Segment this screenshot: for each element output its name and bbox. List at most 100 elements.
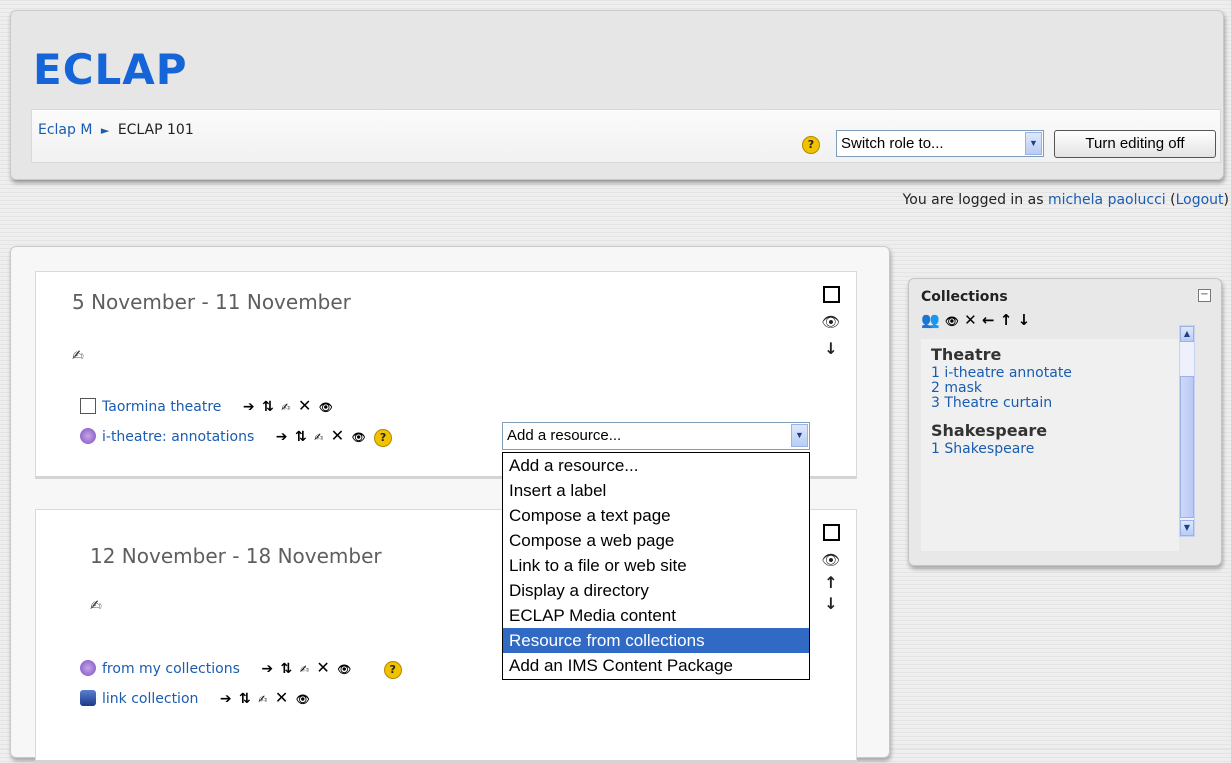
- delete-icon[interactable]: ✕: [316, 658, 329, 677]
- resource-link[interactable]: Taormina theatre: [102, 399, 221, 415]
- dropdown-option[interactable]: Compose a web page: [503, 528, 809, 553]
- dropdown-option[interactable]: Add a resource...: [503, 453, 809, 478]
- collections-scrollbar[interactable]: ▲ ▼: [1179, 325, 1195, 537]
- highlight-square-icon[interactable]: [822, 286, 840, 303]
- scroll-up-icon[interactable]: ▲: [1180, 326, 1194, 342]
- dropdown-option[interactable]: Add an IMS Content Package: [503, 653, 809, 678]
- dropdown-option[interactable]: Insert a label: [503, 478, 809, 503]
- breadcrumb-root-link[interactable]: Eclap M: [38, 122, 92, 138]
- turn-editing-off-button[interactable]: Turn editing off: [1054, 130, 1216, 158]
- resource-link[interactable]: link collection: [102, 691, 198, 707]
- block-tools: 👥 👁 ✕ ← ↑ ↓: [921, 311, 1030, 329]
- edit-icon[interactable]: ✍: [281, 401, 290, 414]
- annotation-icon: [80, 428, 96, 444]
- move-right-icon[interactable]: ➔: [276, 429, 288, 445]
- dropdown-option-highlighted[interactable]: Resource from collections: [503, 628, 809, 653]
- arrow-up-icon[interactable]: ↑: [821, 573, 841, 592]
- link-icon: [80, 690, 96, 706]
- resource-row: Taormina theatre ➔ ⇅ ✍ ✕ 👁: [80, 396, 333, 415]
- eye-icon[interactable]: 👁: [352, 431, 366, 444]
- chevron-down-icon[interactable]: ▼: [791, 424, 808, 447]
- collections-title: Collections: [921, 289, 1008, 305]
- arrow-down-icon[interactable]: ↓: [821, 339, 841, 358]
- collection-item-link[interactable]: 1 Shakespeare: [931, 442, 1179, 457]
- move-icon[interactable]: ⇅: [262, 399, 274, 415]
- collapse-icon[interactable]: −: [1198, 289, 1211, 302]
- move-right-icon[interactable]: ➔: [220, 691, 232, 707]
- week-title: 5 November - 11 November: [72, 290, 351, 314]
- edit-icon[interactable]: ✍: [258, 693, 267, 706]
- resource-link[interactable]: from my collections: [102, 661, 240, 677]
- resource-edit-tools: ➔ ⇅ ✍ ✕ 👁 ?: [273, 426, 393, 447]
- move-icon[interactable]: ⇅: [239, 691, 251, 707]
- resource-link[interactable]: i-theatre: annotations: [102, 429, 254, 445]
- collections-list: Theatre 1 i-theatre annotate 2 mask 3 Th…: [921, 339, 1179, 551]
- dropdown-option[interactable]: Compose a text page: [503, 503, 809, 528]
- arrow-left-icon[interactable]: ←: [982, 311, 995, 329]
- resource-row: link collection ➔ ⇅ ✍ ✕ 👁: [80, 688, 310, 707]
- collection-group-title: Shakespeare: [931, 421, 1048, 440]
- collections-block: Collections − 👥 👁 ✕ ← ↑ ↓ Theatre 1 i-th…: [908, 278, 1222, 566]
- logout-link[interactable]: Logout: [1176, 192, 1224, 208]
- navigation-bar: Eclap M ► ECLAP 101 ? Switch role to... …: [31, 109, 1221, 163]
- eye-icon[interactable]: 👁: [821, 551, 841, 569]
- delete-icon[interactable]: ✕: [298, 396, 311, 415]
- resource-row: i-theatre: annotations ➔ ⇅ ✍ ✕ 👁 ?: [80, 426, 393, 447]
- scroll-thumb[interactable]: [1180, 376, 1194, 518]
- edit-summary-icon[interactable]: ✍: [90, 598, 102, 614]
- move-right-icon[interactable]: ➔: [261, 661, 273, 677]
- collection-item-link[interactable]: 1 i-theatre annotate: [931, 366, 1179, 381]
- dropdown-option[interactable]: Link to a file or web site: [503, 553, 809, 578]
- add-resource-value: Add a resource...: [507, 427, 622, 444]
- dropdown-option[interactable]: ECLAP Media content: [503, 603, 809, 628]
- section-tools: 👁 ↓: [821, 286, 841, 358]
- breadcrumb-current: ECLAP 101: [117, 122, 194, 138]
- move-right-icon[interactable]: ➔: [243, 399, 255, 415]
- arrow-up-icon[interactable]: ↑: [1000, 311, 1013, 329]
- scroll-down-icon[interactable]: ▼: [1180, 520, 1194, 536]
- delete-icon[interactable]: ✕: [964, 311, 977, 329]
- switch-role-value: Switch role to...: [841, 135, 944, 152]
- resource-edit-tools: ➔ ⇅ ✍ ✕ 👁: [217, 688, 310, 707]
- collection-group-title: Theatre: [931, 345, 1002, 364]
- delete-icon[interactable]: ✕: [331, 426, 344, 445]
- resource-edit-tools: ➔ ⇅ ✍ ✕ 👁: [240, 396, 333, 415]
- add-resource-dropdown[interactable]: Add a resource... Insert a label Compose…: [502, 452, 810, 680]
- login-prefix: You are logged in as: [902, 192, 1044, 208]
- page-header: ECLAP Eclap M ► ECLAP 101 ? Switch role …: [10, 10, 1224, 180]
- eye-icon[interactable]: 👁: [945, 315, 959, 328]
- edit-icon[interactable]: ✍: [300, 663, 309, 676]
- eye-icon[interactable]: 👁: [319, 401, 333, 414]
- help-icon[interactable]: ?: [374, 429, 393, 447]
- eye-icon[interactable]: 👁: [337, 663, 351, 676]
- highlight-square-icon[interactable]: [822, 524, 840, 541]
- dropdown-option[interactable]: Display a directory: [503, 578, 809, 603]
- resource-row: from my collections ➔ ⇅ ✍ ✕ 👁 ?: [80, 658, 402, 679]
- login-info: You are logged in as michela paolucci (L…: [902, 192, 1229, 208]
- section-tools: 👁 ↑ ↓: [821, 524, 841, 613]
- collection-item-link[interactable]: 2 mask: [931, 381, 1179, 396]
- eye-icon[interactable]: 👁: [821, 313, 841, 331]
- delete-icon[interactable]: ✕: [275, 688, 288, 707]
- move-icon[interactable]: ⇅: [295, 429, 307, 445]
- annotation-icon: [80, 660, 96, 676]
- page-icon: [80, 398, 96, 414]
- arrow-down-icon[interactable]: ↓: [821, 594, 841, 613]
- collection-item-link[interactable]: 3 Theatre curtain: [931, 396, 1179, 411]
- help-icon[interactable]: ?: [383, 661, 402, 679]
- arrow-down-icon[interactable]: ↓: [1018, 311, 1031, 329]
- chevron-down-icon[interactable]: ▼: [1025, 132, 1042, 155]
- edit-icon[interactable]: ✍: [314, 431, 323, 444]
- add-resource-select[interactable]: Add a resource... ▼: [502, 422, 810, 450]
- week-title: 12 November - 18 November: [90, 544, 382, 568]
- edit-summary-icon[interactable]: ✍: [72, 348, 84, 364]
- eye-icon[interactable]: 👁: [296, 693, 310, 706]
- roles-icon[interactable]: 👥: [921, 311, 940, 329]
- help-icon[interactable]: ?: [802, 136, 820, 154]
- move-icon[interactable]: ⇅: [281, 661, 293, 677]
- resource-edit-tools: ➔ ⇅ ✍ ✕ 👁: [258, 658, 355, 677]
- site-logo[interactable]: ECLAP: [33, 45, 188, 94]
- user-name-link[interactable]: michela paolucci: [1048, 192, 1166, 208]
- switch-role-select[interactable]: Switch role to... ▼: [836, 130, 1044, 157]
- breadcrumb: Eclap M ► ECLAP 101: [38, 122, 194, 138]
